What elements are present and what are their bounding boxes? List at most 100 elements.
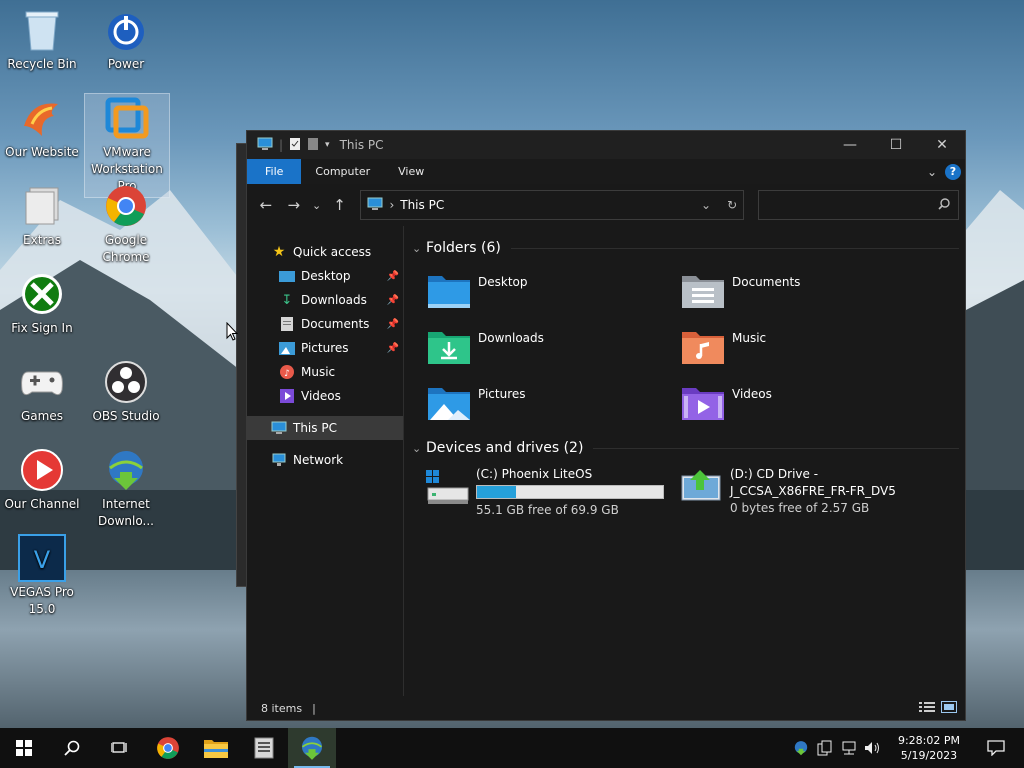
drive-d[interactable]: (D:) CD Drive - J_CCSA_X86FRE_FR-FR_DV5 … <box>680 466 934 519</box>
play-icon <box>18 446 66 494</box>
taskbar-chrome[interactable] <box>144 728 192 768</box>
pin-icon[interactable]: 📌 <box>387 319 399 330</box>
vmware-icon <box>103 94 151 142</box>
desktop-icon-recycle-bin[interactable]: Recycle Bin <box>0 6 84 73</box>
sidebar-item-pictures[interactable]: Pictures 📌 <box>247 336 403 360</box>
folder-stack-icon <box>18 182 66 230</box>
start-button[interactable] <box>0 728 48 768</box>
group-title: Folders (6) <box>426 240 501 256</box>
folder-videos[interactable]: Videos <box>680 378 934 426</box>
music-icon: ♪ <box>279 364 295 380</box>
svg-text:V: V <box>34 546 51 574</box>
desktop-icon-power[interactable]: Power <box>84 6 168 73</box>
clock[interactable]: 9:28:02 PM 5/19/2023 <box>888 733 970 763</box>
desktop-icon-our-website[interactable]: Our Website <box>0 94 84 161</box>
sidebar-item-desktop[interactable]: Desktop 📌 <box>247 264 403 288</box>
download-icon: ↧ <box>281 292 293 308</box>
recent-locations-icon[interactable]: ⌄ <box>309 192 325 218</box>
search-input[interactable] <box>758 190 959 220</box>
ribbon-tabs: File Computer View ⌄ ? <box>247 159 965 184</box>
search-button[interactable] <box>48 728 96 768</box>
breadcrumb-separator-icon[interactable]: › <box>389 198 394 212</box>
properties-icon[interactable] <box>289 137 301 154</box>
folder-downloads[interactable]: Downloads <box>426 322 680 370</box>
network-icon[interactable] <box>840 739 858 757</box>
sidebar-item-music[interactable]: ♪ Music <box>247 360 403 384</box>
sidebar-item-quick-access[interactable]: ★ Quick access <box>247 240 403 264</box>
refresh-icon[interactable]: ↻ <box>727 198 737 212</box>
sidebar-item-videos[interactable]: Videos <box>247 384 403 408</box>
action-center-button[interactable] <box>976 740 1016 756</box>
chevron-down-icon[interactable]: ⌄ <box>412 242 426 255</box>
volume-icon[interactable] <box>864 739 882 757</box>
back-arrow-icon[interactable]: ← <box>253 192 279 218</box>
forward-arrow-icon[interactable]: → <box>281 192 307 218</box>
task-view-button[interactable] <box>96 728 144 768</box>
pin-icon[interactable]: 📌 <box>387 343 399 354</box>
sidebar-item-this-pc[interactable]: This PC <box>247 416 403 440</box>
drives-group-header[interactable]: ⌄ Devices and drives (2) <box>412 436 965 460</box>
pin-icon[interactable]: 📌 <box>387 295 399 306</box>
folder-pictures[interactable]: Pictures <box>426 378 680 426</box>
address-dropdown-icon[interactable]: ⌄ <box>701 198 711 212</box>
status-bar: 8 items | <box>247 696 965 720</box>
this-pc-icon <box>257 137 273 154</box>
folder-documents[interactable]: Documents <box>680 266 934 314</box>
desktop-icon-extras[interactable]: Extras <box>0 182 84 249</box>
expand-ribbon-icon[interactable]: ⌄ <box>927 165 937 179</box>
file-explorer-window[interactable]: | ▾ This PC — ☐ ✕ File Computer View ⌄ ?… <box>246 130 966 721</box>
desktop-icon-vegas[interactable]: V VEGAS Pro 15.0 <box>0 534 84 618</box>
maximize-button[interactable]: ☐ <box>873 131 919 159</box>
taskbar-file-explorer[interactable] <box>192 728 240 768</box>
desktop-icon-obs[interactable]: OBS Studio <box>84 358 168 425</box>
taskbar-document-app[interactable] <box>240 728 288 768</box>
folder-label: Downloads <box>478 331 544 345</box>
sidebar-item-label: Documents <box>301 317 370 331</box>
folder-desktop[interactable]: Desktop <box>426 266 680 314</box>
new-folder-icon[interactable] <box>307 137 319 154</box>
desktop-icon-idm[interactable]: Internet Downlo... <box>84 446 168 530</box>
minimize-button[interactable]: — <box>827 131 873 159</box>
desktop-icon-fix-sign-in[interactable]: Fix Sign In <box>0 270 84 337</box>
customize-toolbar-icon[interactable]: ▾ <box>325 140 330 150</box>
large-icons-view-icon[interactable] <box>941 700 957 716</box>
xbox-icon <box>18 270 66 318</box>
tab-computer[interactable]: Computer <box>301 159 384 184</box>
help-icon[interactable]: ? <box>945 163 961 180</box>
drive-usage-bar <box>476 485 664 499</box>
idm-tray-icon[interactable] <box>792 739 810 757</box>
chevron-down-icon[interactable]: ⌄ <box>412 442 426 455</box>
close-button[interactable]: ✕ <box>919 131 965 159</box>
desktop-icon-games[interactable]: Games <box>0 358 84 425</box>
window-title: This PC <box>339 138 384 152</box>
pin-icon[interactable]: 📌 <box>387 271 399 282</box>
address-bar[interactable]: › This PC ⌄ ↻ <box>360 190 745 220</box>
up-arrow-icon[interactable]: ↑ <box>327 192 353 218</box>
folders-group-header[interactable]: ⌄ Folders (6) <box>412 236 965 260</box>
folder-icon <box>204 740 228 758</box>
sidebar-item-downloads[interactable]: ↧ Downloads 📌 <box>247 288 403 312</box>
sidebar-item-network[interactable]: Network <box>247 448 403 472</box>
gamepad-icon <box>18 358 66 406</box>
folder-music[interactable]: Music <box>680 322 934 370</box>
tab-view[interactable]: View <box>384 159 438 184</box>
copy-icon[interactable] <box>816 739 834 757</box>
title-bar[interactable]: | ▾ This PC — ☐ ✕ <box>247 131 965 159</box>
tab-file[interactable]: File <box>247 159 302 184</box>
desktop-icon-our-channel[interactable]: Our Channel <box>0 446 84 513</box>
content-pane: ⌄ Folders (6) Desktop Documents Download… <box>404 226 965 696</box>
sidebar-item-label: Network <box>293 453 344 467</box>
taskbar-idm[interactable] <box>288 728 336 768</box>
idm-icon <box>301 736 323 760</box>
desktop-icon-label: VEGAS Pro 15.0 <box>10 585 74 616</box>
breadcrumb-this-pc[interactable]: This PC <box>400 198 444 212</box>
details-view-icon[interactable] <box>919 701 935 716</box>
drive-c[interactable]: (C:) Phoenix LiteOS 55.1 GB free of 69.9… <box>426 466 680 519</box>
desktop-icon-label: Our Channel <box>4 497 80 511</box>
search-icon <box>938 197 950 213</box>
sidebar-item-documents[interactable]: Documents 📌 <box>247 312 403 336</box>
desktop-icon-label: Recycle Bin <box>7 57 77 71</box>
obs-icon <box>102 358 150 406</box>
desktop-icon-chrome[interactable]: Google Chrome <box>84 182 168 266</box>
sidebar-item-label: Desktop <box>301 269 351 283</box>
